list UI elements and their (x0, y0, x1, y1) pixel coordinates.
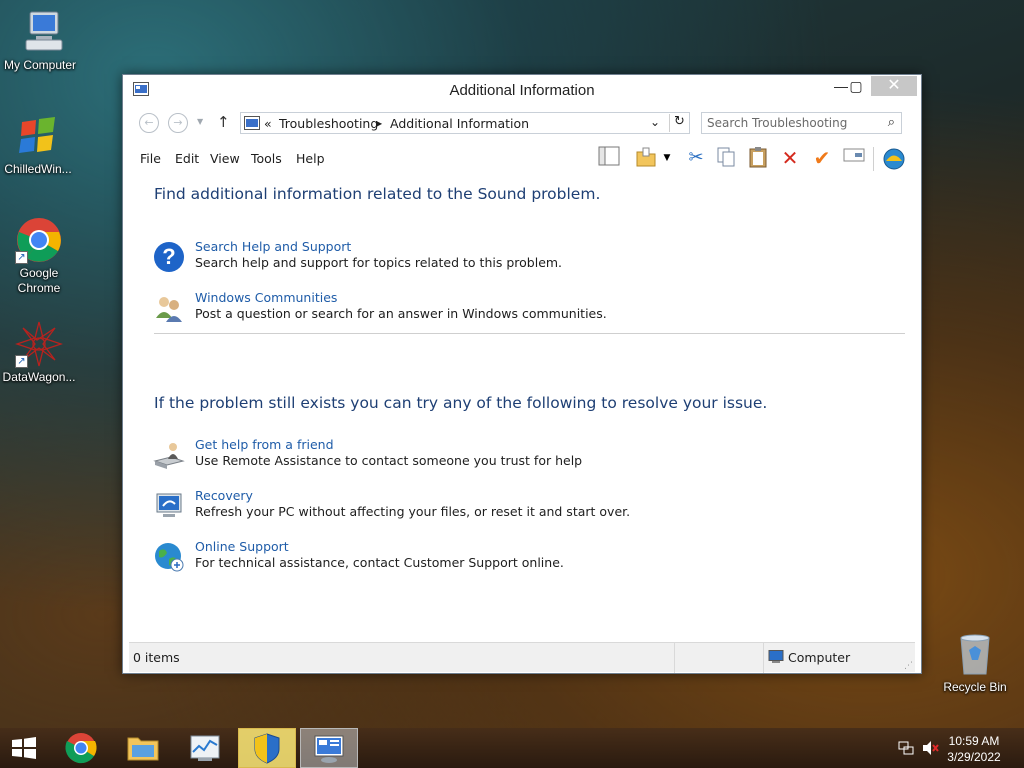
breadcrumb-item-troubleshooting[interactable]: Troubleshooting (279, 116, 378, 131)
taskbar: 10:59 AM 3/29/2022 (0, 728, 1024, 768)
dropdown-arrow-icon[interactable]: ▼ (661, 146, 673, 172)
item-count: 0 items (133, 650, 180, 665)
title-bar[interactable]: Additional Information — ▢ ✕ (123, 75, 921, 105)
task-description: Use Remote Assistance to contact someone… (195, 453, 583, 468)
desktop-icon-my-computer[interactable]: My Computer (0, 8, 80, 73)
menu-tools[interactable]: Tools (251, 151, 282, 166)
menu-help[interactable]: Help (296, 151, 325, 166)
status-bar: 0 items Computer ⋰ (129, 642, 915, 673)
desktop-icon-label: Recycle Bin (943, 680, 1007, 694)
people-icon (153, 292, 185, 324)
computer-icon (16, 8, 64, 56)
layout-pane-icon[interactable] (596, 146, 622, 172)
taskbar-performance-button[interactable] (176, 728, 234, 768)
search-input[interactable] (702, 113, 872, 133)
breadcrumb-separator-icon[interactable]: ▶ (376, 119, 382, 128)
computer-icon (768, 650, 784, 667)
task-link[interactable]: Windows Communities (195, 290, 337, 305)
taskbar-action-center-button[interactable] (238, 728, 296, 768)
content-pane: Find additional information related to t… (129, 175, 915, 641)
task-windows-communities[interactable]: Windows Communities Post a question or s… (153, 290, 853, 324)
menu-bar: File Edit View Tools Help ▼ ✂ ✕ ✔ (123, 141, 921, 175)
task-link[interactable]: Recovery (195, 488, 253, 503)
delete-icon[interactable]: ✕ (777, 146, 803, 172)
svg-text:?: ? (162, 244, 175, 269)
task-link[interactable]: Get help from a friend (195, 437, 334, 452)
menu-view[interactable]: View (210, 151, 240, 166)
help-icon: ? (153, 241, 185, 273)
start-button[interactable] (0, 728, 48, 768)
folder-options-icon[interactable] (633, 146, 659, 172)
menu-file[interactable]: File (140, 151, 161, 166)
remote-assistance-icon (153, 439, 185, 471)
taskbar-chrome-button[interactable] (52, 728, 110, 768)
section-heading-resolve-issue: If the problem still exists you can try … (154, 394, 768, 412)
shortcut-arrow-icon: ↗ (15, 355, 28, 368)
breadcrumb-overflow[interactable]: « (264, 116, 272, 131)
control-panel-icon (244, 116, 260, 133)
desktop-icon-chilledwin[interactable]: ChilledWin... (0, 112, 78, 177)
desktop-icon-label: My Computer (3, 58, 77, 72)
close-button[interactable]: ✕ (871, 76, 917, 96)
status-separator (763, 643, 764, 673)
maximize-button[interactable]: ▢ (841, 76, 871, 96)
task-description: Post a question or search for an answer … (195, 306, 607, 321)
taskbar-file-explorer-button[interactable] (114, 728, 172, 768)
recent-pages-dropdown[interactable]: ▼ (197, 117, 203, 126)
network-icon[interactable] (898, 740, 914, 759)
section-heading-find-info: Find additional information related to t… (154, 185, 601, 203)
toolbar-separator (873, 147, 874, 171)
forward-button[interactable]: → (168, 113, 188, 133)
taskbar-control-panel-button[interactable] (300, 728, 358, 768)
paste-icon[interactable] (745, 146, 771, 172)
address-dropdown-icon[interactable]: ⌄ (650, 115, 660, 129)
desktop-icon-recycle-bin[interactable]: Recycle Bin (935, 630, 1015, 695)
task-description: For technical assistance, contact Custom… (195, 555, 564, 570)
recycle-bin-icon (951, 630, 999, 678)
chrome-icon: ↗ (15, 216, 63, 264)
task-description: Refresh your PC without affecting your f… (195, 504, 631, 519)
desktop-icon-label: DataWagon... (2, 370, 76, 384)
resize-grip-icon[interactable]: ⋰ (904, 661, 913, 671)
search-box[interactable]: ⌕ (701, 112, 902, 134)
task-recovery[interactable]: Recovery Refresh your PC without affecti… (153, 488, 853, 522)
clock-date: 3/29/2022 (947, 750, 1001, 764)
desktop-icon-datawagon[interactable]: ↗ DataWagon... (0, 320, 79, 385)
copy-icon[interactable] (713, 146, 739, 172)
task-link[interactable]: Search Help and Support (195, 239, 351, 254)
shell-icon[interactable] (881, 146, 907, 172)
menu-edit[interactable]: Edit (175, 151, 199, 166)
checkmark-icon[interactable]: ✔ (809, 146, 835, 172)
recovery-icon (153, 490, 185, 522)
task-get-help-from-friend[interactable]: Get help from a friend Use Remote Assist… (153, 437, 853, 471)
refresh-button[interactable]: ↻ (669, 114, 689, 132)
location-label: Computer (788, 650, 851, 665)
task-description: Search help and support for topics relat… (195, 255, 563, 270)
window-title: Additional Information (449, 82, 595, 99)
task-link[interactable]: Online Support (195, 539, 289, 554)
volume-muted-icon[interactable] (922, 740, 940, 759)
task-search-help-support[interactable]: ? Search Help and Support Search help an… (153, 239, 853, 273)
shortcut-arrow-icon: ↗ (15, 251, 28, 264)
desktop-icon-label: ChilledWin... (4, 162, 72, 176)
section-divider (154, 333, 905, 334)
breadcrumb-item-current[interactable]: Additional Information (390, 116, 529, 131)
back-button[interactable]: ← (139, 113, 159, 133)
search-icon[interactable]: ⌕ (888, 115, 895, 130)
additional-information-window: Additional Information — ▢ ✕ ← → ▼ ↑ « T… (122, 74, 922, 674)
address-bar[interactable]: « Troubleshooting ▶ Additional Informati… (240, 112, 690, 134)
task-online-support[interactable]: Online Support For technical assistance,… (153, 539, 853, 573)
desktop-icon-label: Google Chrome (17, 266, 61, 295)
desktop-icon-google-chrome[interactable]: ↗ Google Chrome (0, 216, 79, 296)
globe-icon (153, 541, 185, 573)
windows-logo-icon (14, 112, 62, 160)
clock[interactable]: 10:59 AM 3/29/2022 (944, 733, 1004, 765)
cut-icon[interactable]: ✂ (683, 146, 709, 172)
navigation-bar: ← → ▼ ↑ « Troubleshooting ▶ Additional I… (123, 109, 921, 137)
status-separator (674, 643, 675, 673)
clock-time: 10:59 AM (948, 734, 1000, 748)
up-button[interactable]: ↑ (217, 113, 230, 131)
properties-icon[interactable] (841, 146, 867, 172)
datawagon-icon: ↗ (14, 320, 64, 368)
